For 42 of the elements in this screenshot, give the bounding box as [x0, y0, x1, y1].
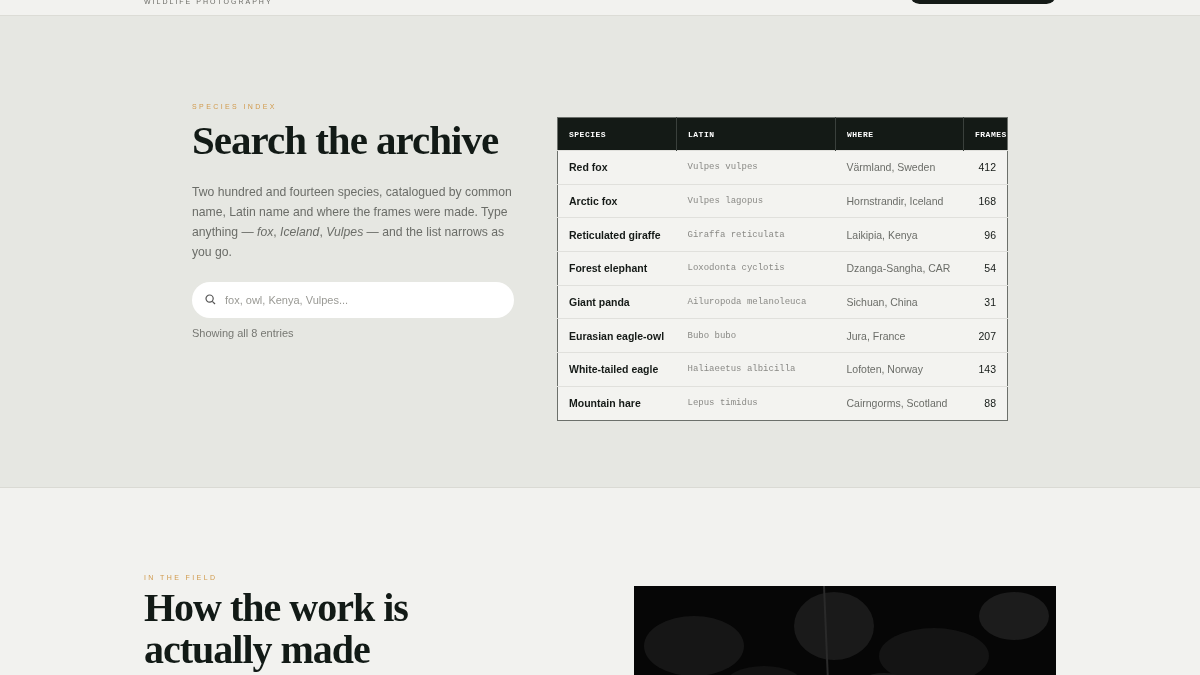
column-header: FRAMES: [963, 117, 1008, 151]
table-cell: 207: [963, 318, 1008, 353]
section-heading: How the work is actually made: [144, 587, 409, 671]
table-cell: 168: [963, 184, 1008, 218]
table-cell: Sichuan, China: [835, 285, 964, 319]
table-cell: Arctic fox: [557, 184, 677, 218]
table-cell: Mountain hare: [557, 386, 677, 420]
table-cell: Ailuropoda melanoleuca: [676, 285, 836, 319]
table-cell: Cairngorms, Scotland: [835, 386, 964, 420]
table-cell: Dzanga-Sangha, CAR: [835, 251, 964, 286]
table-cell: Giant panda: [557, 285, 677, 319]
table-cell: Reticulated giraffe: [557, 217, 677, 252]
table-cell: Eurasian eagle-owl: [557, 318, 677, 353]
table-cell: 412: [963, 150, 1008, 185]
intro-paragraph: Two hundred and fourteen species, catalogued by common name, Latin name and where the frames were made. Type anything — fox, Iceland, Vulpes — and the list narrows as you go.: [192, 184, 513, 261]
column-header: LATIN: [676, 117, 836, 151]
table-cell: Lofoten, Norway: [835, 352, 964, 387]
search-icon: [205, 294, 216, 305]
table-cell: Lepus timidus: [676, 386, 836, 420]
table-cell: Giraffa reticulata: [676, 217, 836, 252]
table-cell: Haliaeetus albicilla: [676, 352, 836, 387]
search-field[interactable]: fox, owl, Kenya, Vulpes...: [192, 282, 514, 318]
table-cell: Vulpes lagopus: [676, 184, 836, 218]
table-cell: Vulpes vulpes: [676, 150, 836, 185]
column-header: WHERE: [835, 117, 964, 151]
table-cell: Hornstrandir, Iceland: [835, 184, 964, 218]
result-count: Showing all 8 entries: [192, 327, 294, 339]
table-cell: Red fox: [557, 150, 677, 185]
table-cell: Värmland, Sweden: [835, 150, 964, 185]
table-cell: Loxodonta cyclotis: [676, 251, 836, 286]
table-cell: 54: [963, 251, 1008, 286]
table-cell: Laikipia, Kenya: [835, 217, 964, 252]
table-cell: 88: [963, 386, 1008, 420]
table-cell: Bubo bubo: [676, 318, 836, 353]
table-cell: Jura, France: [835, 318, 964, 353]
table-cell: White-tailed eagle: [557, 352, 677, 387]
table-cell: 31: [963, 285, 1008, 319]
section-heading: Search the archive: [192, 118, 500, 162]
table-cell: 96: [963, 217, 1008, 252]
column-header: SPECIES: [557, 117, 677, 151]
table-cell: 143: [963, 352, 1008, 387]
table-cell: Forest elephant: [557, 251, 677, 286]
